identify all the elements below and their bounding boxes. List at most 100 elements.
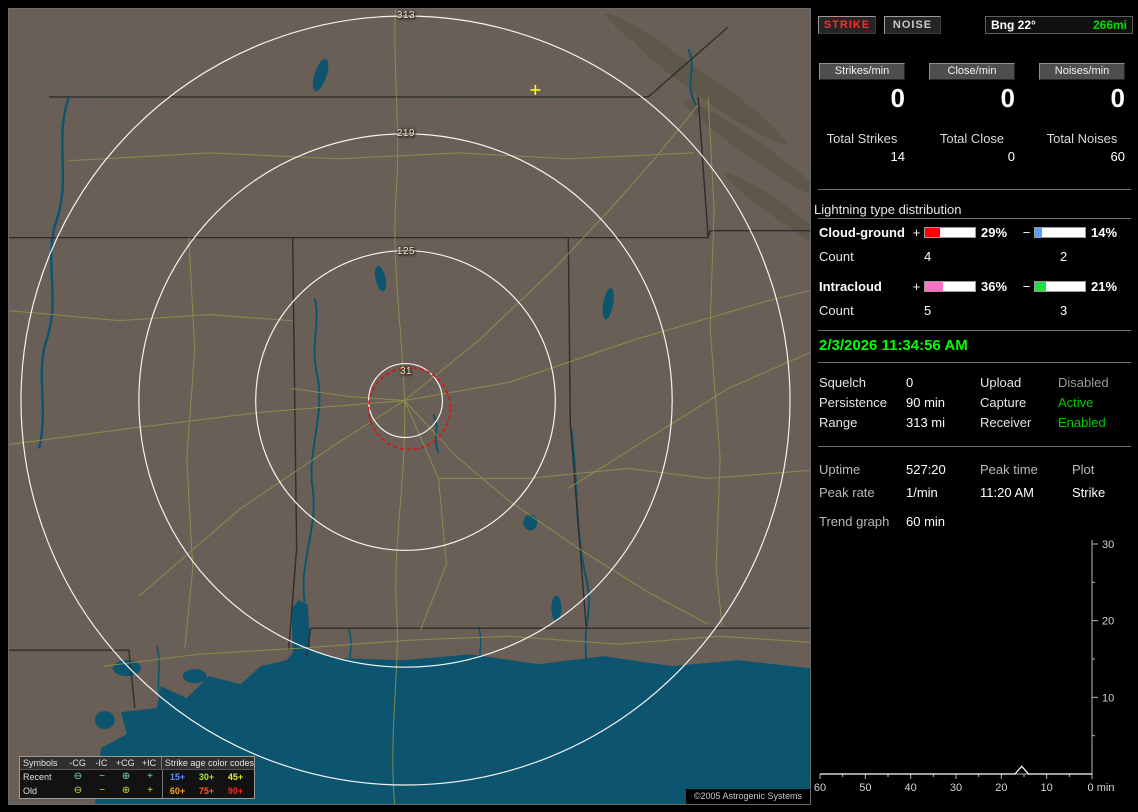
plot-label: Plot <box>1072 462 1095 477</box>
recent-label: Recent <box>23 772 52 782</box>
legend-row-old: Old ⊖ − ⊕ + 60+ 75+ 90+ <box>20 784 254 798</box>
pos-cg-symbol: ⊕ <box>121 785 131 796</box>
cloud-ground-row: Cloud-ground + 29% − 14% <box>819 225 1134 240</box>
ic-plus-count: 5 <box>924 303 932 318</box>
total-noises-value: 60 <box>1110 149 1125 164</box>
age-15: 15+ <box>169 772 186 782</box>
separator <box>818 362 1131 363</box>
age-45: 45+ <box>227 772 244 782</box>
legend-col-pos-ic: +IC <box>141 758 157 768</box>
uptime-label: Uptime <box>819 462 861 477</box>
ic-plus-bar <box>924 281 976 292</box>
neg-ic-symbol: − <box>99 771 105 782</box>
upload-label: Upload <box>980 375 1022 390</box>
pos-ic-symbol: + <box>147 785 153 796</box>
svg-text:10: 10 <box>1041 782 1053 794</box>
cg-plus-bar <box>924 227 976 238</box>
age-60: 60+ <box>169 786 186 796</box>
total-strikes-label: Total Strikes <box>826 131 898 146</box>
lightning-map[interactable]: 313 219 125 31 Symbols -CG -IC +CG +IC S… <box>8 8 811 805</box>
svg-text:20: 20 <box>995 782 1007 794</box>
cg-plus-percent: 29% <box>981 225 1008 240</box>
neg-cg-symbol: ⊖ <box>73 785 83 796</box>
svg-text:50: 50 <box>859 782 871 794</box>
separator <box>818 189 1131 190</box>
separator <box>818 330 1131 331</box>
plus-sign: + <box>912 279 921 294</box>
total-close-value: 0 <box>1007 149 1015 164</box>
svg-text:0 min: 0 min <box>1088 782 1115 794</box>
control-panel: STRIKE NOISE Bng 22° 266mi Strikes/min C… <box>814 0 1138 812</box>
noises-rate-value: 0 <box>1110 83 1125 113</box>
squelch-label: Squelch <box>819 375 866 390</box>
legend-header: Symbols -CG -IC +CG +IC Strike age color… <box>20 757 254 770</box>
plus-sign: + <box>912 225 921 240</box>
pos-ic-symbol: + <box>147 771 153 782</box>
strike-rate-trace <box>820 765 1092 775</box>
svg-text:30: 30 <box>1102 539 1114 551</box>
legend-col-pos-cg: +CG <box>115 758 135 768</box>
trend-graph: 60 50 40 30 20 10 0 min 30 20 10 <box>814 539 1115 794</box>
cg-minus-bar <box>1034 227 1086 238</box>
cg-minus-percent: 14% <box>1091 225 1118 240</box>
range-value: 313 mi <box>906 415 946 430</box>
close-per-min-button[interactable]: Close/min <box>929 63 1015 80</box>
legend-col-neg-ic: -IC <box>95 758 108 768</box>
persistence-label: Persistence <box>819 395 887 410</box>
peak-rate-label: Peak rate <box>819 485 875 500</box>
legend-col-neg-cg: -CG <box>69 758 86 768</box>
legend-row-recent: Recent ⊖ − ⊕ + 15+ 30+ 45+ <box>20 770 254 784</box>
squelch-value: 0 <box>906 375 914 390</box>
ic-plus-percent: 36% <box>981 279 1008 294</box>
bearing-display: Bng 22° 266mi <box>985 16 1133 34</box>
persistence-value: 90 min <box>906 395 946 410</box>
strikes-per-min-button[interactable]: Strikes/min <box>819 63 905 80</box>
age-75: 75+ <box>198 786 215 796</box>
cloud-ground-label: Cloud-ground <box>819 225 905 240</box>
receiver-status: Enabled <box>1058 415 1106 430</box>
range-ring-label: 31 <box>399 366 413 377</box>
svg-text:30: 30 <box>950 782 962 794</box>
distribution-title: Lightning type distribution <box>814 202 962 217</box>
total-noises-label: Total Noises <box>1046 131 1118 146</box>
total-strikes-value: 14 <box>890 149 905 164</box>
cg-plus-count: 4 <box>924 249 932 264</box>
intracloud-row: Intracloud + 36% − 21% <box>819 279 1134 294</box>
range-ring-label: 125 <box>396 246 416 257</box>
old-label: Old <box>23 786 38 796</box>
range-ring-label: 313 <box>396 10 416 21</box>
trend-graph-label: Trend graph <box>819 514 890 529</box>
neg-cg-symbol: ⊖ <box>73 771 83 782</box>
nexstorm-window: 313 219 125 31 Symbols -CG -IC +CG +IC S… <box>0 0 1138 812</box>
strike-age-header: Strike age color codes <box>164 758 254 768</box>
legend-symbols-title: Symbols <box>23 758 58 768</box>
ic-minus-count: 3 <box>1060 303 1068 318</box>
svg-text:20: 20 <box>1102 616 1114 628</box>
noise-mode-button[interactable]: NOISE <box>884 16 941 34</box>
intracloud-label: Intracloud <box>819 279 882 294</box>
capture-label: Capture <box>980 395 1027 410</box>
peak-rate-value: 1/min <box>906 485 938 500</box>
map-legend: Symbols -CG -IC +CG +IC Strike age color… <box>19 756 255 799</box>
minus-sign: − <box>1022 225 1031 240</box>
separator <box>818 446 1131 447</box>
neg-ic-symbol: − <box>99 785 105 796</box>
ic-minus-percent: 21% <box>1091 279 1118 294</box>
noises-per-min-button[interactable]: Noises/min <box>1039 63 1125 80</box>
strike-mode-button[interactable]: STRIKE <box>818 16 876 34</box>
peak-time-label: Peak time <box>980 462 1038 477</box>
range-ring-label: 219 <box>396 128 416 139</box>
clock-display: 2/3/2026 11:34:56 AM <box>819 337 968 354</box>
plot-value: Strike <box>1072 485 1106 500</box>
capture-status: Active <box>1058 395 1094 410</box>
close-rate-value: 0 <box>1000 83 1015 113</box>
upload-status: Disabled <box>1058 375 1109 390</box>
total-close-label: Total Close <box>939 131 1005 146</box>
distance-value: 266mi <box>1092 18 1127 32</box>
count-label: Count <box>819 249 854 264</box>
svg-text:40: 40 <box>905 782 917 794</box>
cg-minus-count: 2 <box>1060 249 1068 264</box>
minus-sign: − <box>1022 279 1031 294</box>
receiver-label: Receiver <box>980 415 1032 430</box>
trend-window-value: 60 min <box>906 514 946 529</box>
